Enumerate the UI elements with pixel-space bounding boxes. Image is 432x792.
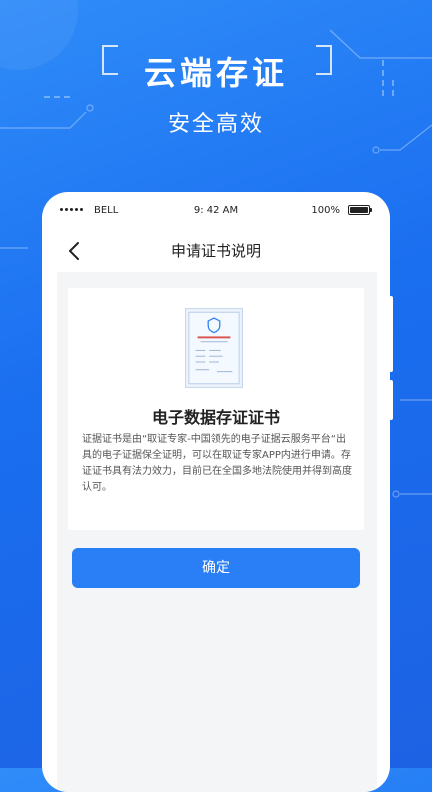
certificate-image — [185, 308, 243, 388]
nav-bar: 申请证书说明 — [42, 236, 390, 268]
confirm-button[interactable]: 确定 — [72, 548, 360, 588]
status-bar: BELL 9: 42 AM 100% — [42, 204, 390, 226]
phone-mockup: BELL 9: 42 AM 100% 申请证书说明 电子数据存证证书 证据证书是… — [42, 192, 390, 792]
card-title: 电子数据存证证书 — [151, 408, 280, 427]
battery-percent: 100% — [311, 205, 340, 216]
battery-icon — [348, 205, 372, 215]
card-description: 证据证书是由“取证专家-中国领先的电子证据云服务平台“出具的电子证据保全证明，可… — [82, 434, 352, 493]
page-title: 申请证书说明 — [170, 242, 261, 260]
hero-title: 云端存证 — [143, 54, 288, 92]
hero-subtitle: 安全高效 — [167, 112, 264, 137]
